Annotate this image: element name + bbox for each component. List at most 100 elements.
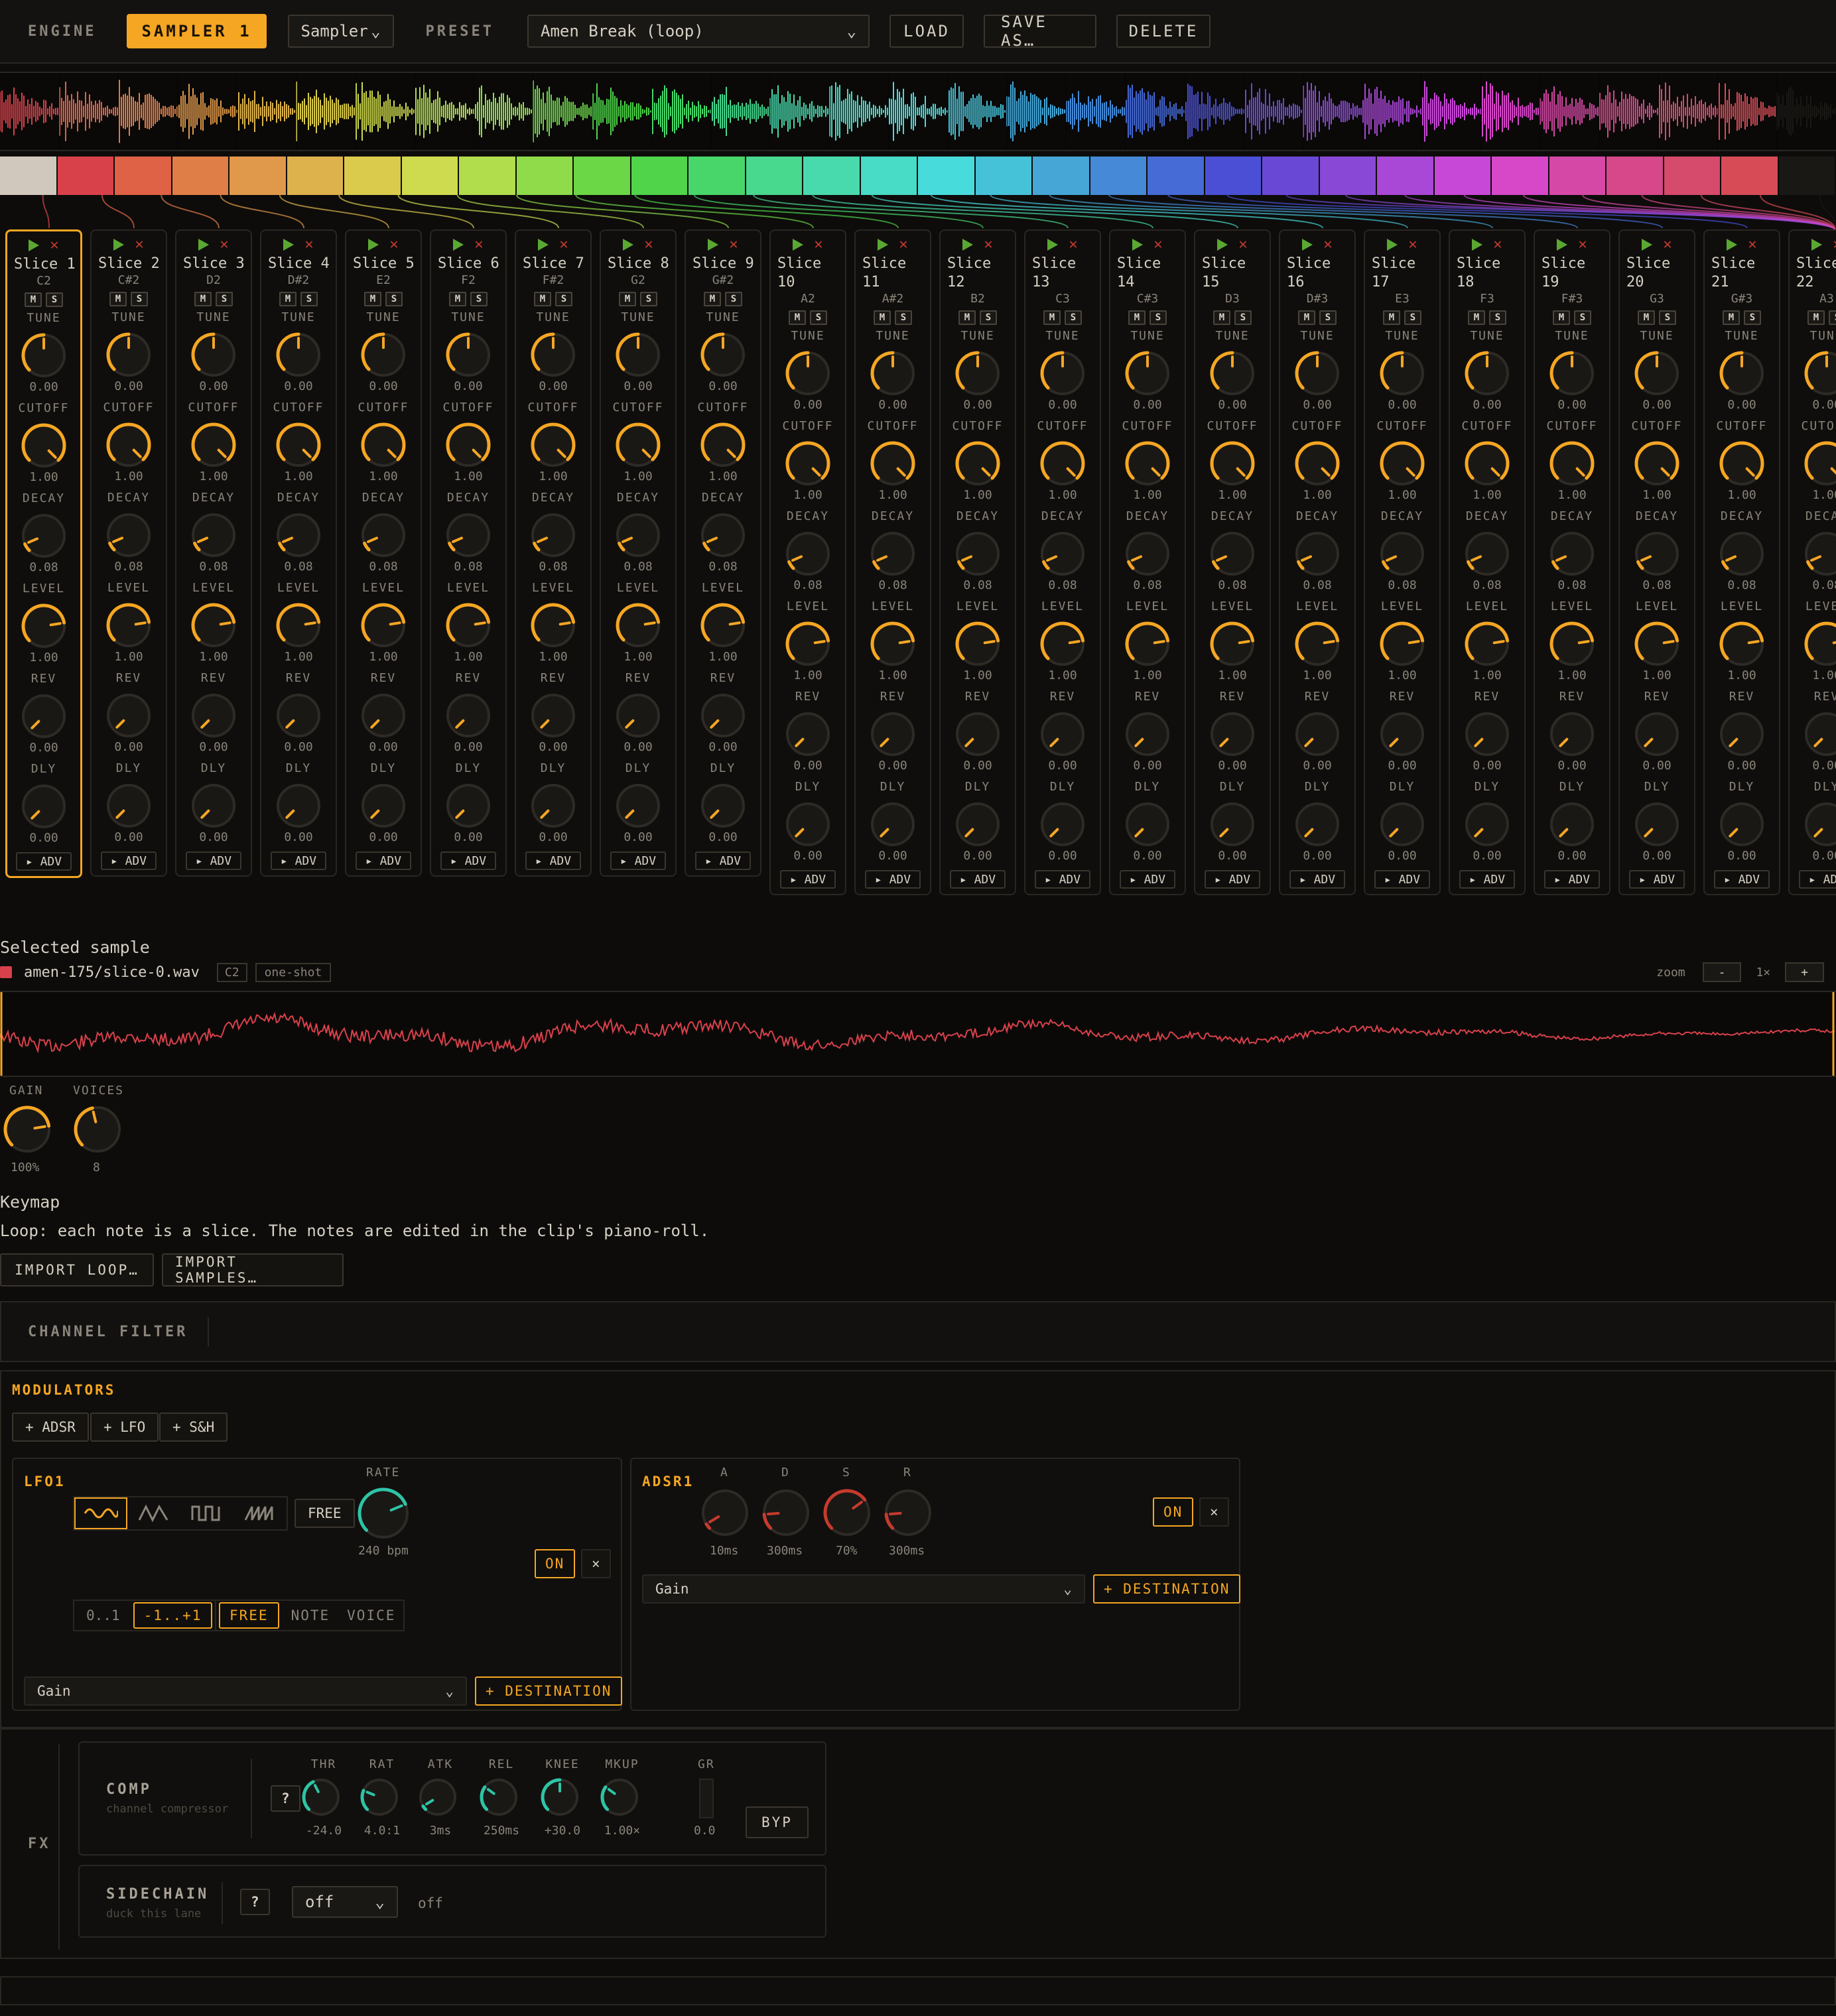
slice-color-cell[interactable] xyxy=(459,157,517,195)
close-icon[interactable]: ✕ xyxy=(559,237,568,252)
param-knob[interactable] xyxy=(444,420,493,470)
adsr-attack-knob[interactable] xyxy=(699,1487,751,1539)
slice-color-cell[interactable] xyxy=(287,157,344,195)
slice-strip[interactable]: ✕ Slice 1 C2 M S TUNE 0.00 CUTOFF 1.00 DECAY 0.08 L… xyxy=(5,229,82,878)
play-icon[interactable] xyxy=(283,239,295,251)
param-knob[interactable] xyxy=(529,511,578,560)
lfo-close-button[interactable]: × xyxy=(581,1549,611,1578)
close-icon[interactable]: ✕ xyxy=(1323,237,1332,252)
param-knob[interactable] xyxy=(1038,619,1087,668)
add-sh-button[interactable]: + S&H xyxy=(159,1413,228,1442)
param-knob[interactable] xyxy=(783,439,832,488)
mute-button[interactable]: M xyxy=(1723,310,1740,325)
square-wave-icon[interactable] xyxy=(180,1497,233,1529)
solo-button[interactable]: S xyxy=(216,292,233,306)
close-icon[interactable]: ✕ xyxy=(1493,237,1502,252)
param-knob[interactable] xyxy=(1463,800,1512,849)
param-knob[interactable] xyxy=(698,781,748,830)
param-knob[interactable] xyxy=(104,601,153,650)
param-knob[interactable] xyxy=(104,330,153,379)
play-icon[interactable] xyxy=(453,239,464,251)
param-knob[interactable] xyxy=(783,529,832,578)
slice-color-cell[interactable] xyxy=(344,157,402,195)
play-icon[interactable] xyxy=(198,239,210,251)
mute-button[interactable]: M xyxy=(25,292,42,307)
param-knob[interactable] xyxy=(1208,619,1257,668)
slice-strip[interactable]: ✕ Slice 17 E3 M S TUNE 0.00 CUTOFF 1.00 DECAY 0.08… xyxy=(1364,229,1441,895)
adsr-decay-knob[interactable] xyxy=(760,1487,812,1539)
param-knob[interactable] xyxy=(953,710,1002,759)
mute-button[interactable]: M xyxy=(874,310,891,325)
slice-color-cell[interactable] xyxy=(516,157,574,195)
param-knob[interactable] xyxy=(444,601,493,650)
add-lfo-button[interactable]: + LFO xyxy=(90,1413,159,1442)
param-knob[interactable] xyxy=(19,331,68,380)
save-as-button[interactable]: SAVE AS… xyxy=(984,13,1097,50)
advanced-button[interactable]: ▸ ADV xyxy=(1035,870,1090,889)
param-knob[interactable] xyxy=(444,330,493,379)
slice-strip[interactable]: ✕ Slice 6 F2 M S TUNE 0.00 CUTOFF 1.00 DECAY 0.08 L… xyxy=(430,229,507,877)
param-knob[interactable] xyxy=(359,511,408,560)
mute-button[interactable]: M xyxy=(789,310,806,325)
solo-button[interactable]: S xyxy=(1659,310,1676,325)
mute-button[interactable]: M xyxy=(1383,310,1400,325)
param-knob[interactable] xyxy=(529,601,578,650)
param-knob[interactable] xyxy=(698,511,748,560)
close-icon[interactable]: ✕ xyxy=(304,237,313,252)
param-knob[interactable] xyxy=(1717,349,1766,398)
param-knob[interactable] xyxy=(783,710,832,759)
param-knob[interactable] xyxy=(104,691,153,740)
advanced-button[interactable]: ▸ ADV xyxy=(1799,870,1836,889)
close-icon[interactable]: ✕ xyxy=(1069,237,1077,252)
param-knob[interactable] xyxy=(1717,529,1766,578)
param-knob[interactable] xyxy=(614,601,663,650)
close-icon[interactable]: ✕ xyxy=(135,237,143,252)
param-knob[interactable] xyxy=(1717,800,1766,849)
close-icon[interactable]: ✕ xyxy=(729,237,738,252)
slice-color-cell[interactable] xyxy=(115,157,172,195)
mute-button[interactable]: M xyxy=(619,292,636,306)
param-knob[interactable] xyxy=(189,601,238,650)
play-icon[interactable] xyxy=(1047,239,1059,251)
slice-color-cell[interactable] xyxy=(1377,157,1435,195)
solo-button[interactable]: S xyxy=(1744,310,1761,325)
solo-button[interactable]: S xyxy=(470,292,488,306)
param-knob[interactable] xyxy=(1123,800,1172,849)
advanced-button[interactable]: ▸ ADV xyxy=(16,852,72,871)
play-icon[interactable] xyxy=(793,239,804,251)
comp-help-button[interactable]: ? xyxy=(271,1785,300,1812)
param-knob[interactable] xyxy=(783,800,832,849)
param-knob[interactable] xyxy=(1463,710,1512,759)
solo-button[interactable]: S xyxy=(980,310,997,325)
add-adsr-button[interactable]: + ADSR xyxy=(12,1413,89,1442)
param-knob[interactable] xyxy=(1547,710,1597,759)
close-icon[interactable]: ✕ xyxy=(644,237,653,252)
param-knob[interactable] xyxy=(274,511,323,560)
param-knob[interactable] xyxy=(783,349,832,398)
mute-button[interactable]: M xyxy=(1043,310,1061,325)
mute-button[interactable]: M xyxy=(958,310,976,325)
close-icon[interactable]: ✕ xyxy=(1408,237,1417,252)
advanced-button[interactable]: ▸ ADV xyxy=(1289,870,1345,889)
param-knob[interactable] xyxy=(1547,619,1597,668)
lfo-trigger-free[interactable]: FREE xyxy=(219,1602,279,1629)
play-icon[interactable] xyxy=(708,239,719,251)
param-knob[interactable] xyxy=(868,710,917,759)
slice-color-cell[interactable] xyxy=(1778,157,1836,195)
param-knob[interactable] xyxy=(359,330,408,379)
slice-color-cell[interactable] xyxy=(918,157,976,195)
mute-button[interactable]: M xyxy=(1638,310,1655,325)
play-icon[interactable] xyxy=(1132,239,1144,251)
adsr-destination-select[interactable]: Gain ⌄ xyxy=(642,1574,1085,1604)
param-knob[interactable] xyxy=(698,691,748,740)
param-knob[interactable] xyxy=(1463,439,1512,488)
mute-button[interactable]: M xyxy=(449,292,466,306)
play-icon[interactable] xyxy=(538,239,549,251)
slice-color-cell[interactable] xyxy=(631,157,688,195)
slice-strip[interactable]: ✕ Slice 2 C#2 M S TUNE 0.00 CUTOFF 1.00 DECAY 0.08… xyxy=(90,229,167,877)
param-knob[interactable] xyxy=(189,781,238,830)
param-knob[interactable] xyxy=(529,420,578,470)
mute-button[interactable]: M xyxy=(1213,310,1230,325)
solo-button[interactable]: S xyxy=(385,292,403,306)
slice-strip[interactable]: ✕ Slice 12 B2 M S TUNE 0.00 CUTOFF 1.00 DECAY 0.08… xyxy=(939,229,1016,895)
